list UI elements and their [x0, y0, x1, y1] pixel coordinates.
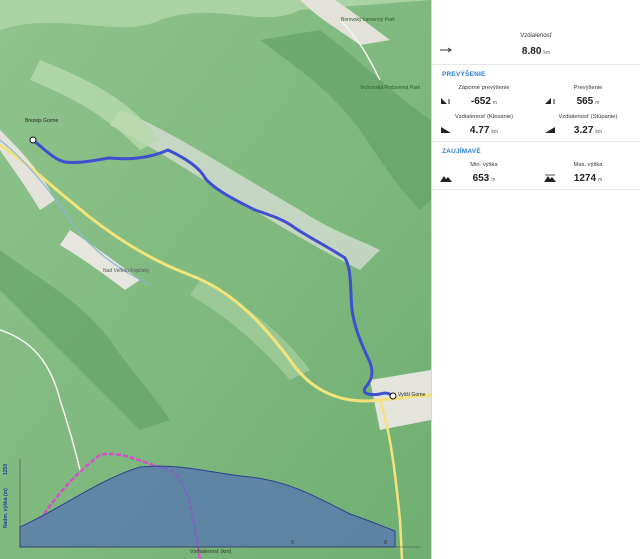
ascent-distance-value: 3.27 km — [573, 125, 603, 136]
negative-elevation-stat: Záporné prevýšenie -652 m — [432, 81, 536, 110]
min-altitude-label: Min. výška — [470, 162, 498, 168]
descent-distance-stat: Vzdialenosť (Klesanie) 4.77 km — [432, 110, 536, 139]
map-label-top: Borovský kamenný Park — [341, 17, 395, 23]
negative-elevation-label: Záporné prevýšenie — [458, 85, 510, 91]
min-altitude-value: 653 m — [472, 173, 496, 184]
map-label-mid: Vrchovská Podzemná Park — [360, 85, 421, 91]
elevation-profile-chart[interactable] — [0, 459, 431, 559]
interesting-section-title: ZAUJÍMAVÉ — [442, 148, 481, 155]
map-label-road: Nad Veľkou Kopčeky — [103, 268, 150, 274]
distance-label: Vzdialenosť — [520, 33, 552, 39]
elevation-stats: Záporné prevýšenie -652 m Prevýšenie 565 m… — [432, 81, 640, 139]
descent-distance-value: 4.77 km — [469, 125, 499, 136]
profile-y-axis-label: Nadm. výška (m) — [3, 488, 9, 528]
max-altitude-stat: Max. výška 1274 m — [536, 158, 640, 187]
map-view[interactable]: Brezejs Gorme Vyšší Gorne Borovský kamen… — [0, 0, 431, 559]
descent-distance-label: Vzdialenosť (Klesanie) — [454, 114, 514, 120]
negative-elevation-value: -652 m — [470, 96, 498, 107]
distance-value: 8.80 km — [521, 46, 551, 57]
positive-elevation-value: 565 m — [576, 96, 600, 107]
ascent-distance-stat: Vzdialenosť (Stúpanie) 3.27 km — [536, 110, 640, 139]
min-altitude-stat: Min. výška 653 m — [432, 158, 536, 187]
max-altitude-label: Max. výška — [573, 162, 603, 168]
profile-x-tick-5: 5 — [291, 540, 295, 546]
distance-summary: Vzdialenosť 8.80 km — [432, 0, 640, 65]
positive-elevation-stat: Prevýšenie 565 m — [536, 81, 640, 110]
map-label-start: Brezejs Gorme — [25, 118, 59, 124]
profile-x-tick-8: 8 — [384, 540, 388, 546]
ascent-distance-label: Vzdialenosť (Stúpanie) — [558, 114, 618, 120]
map-label-end: Vyšší Gorne — [398, 392, 426, 398]
interesting-stats: Min. výška 653 m Max. výška 1274 m — [432, 158, 640, 187]
route-end-marker — [389, 392, 397, 400]
positive-elevation-label: Prevýšenie — [573, 85, 603, 91]
stats-panel: Vzdialenosť 8.80 km PREVÝŠENIE Záporné pr… — [431, 0, 640, 559]
profile-x-axis-label: Vzdialenosť (km) — [190, 549, 232, 555]
elevation-section-title: PREVÝŠENIE — [442, 71, 486, 78]
max-altitude-value: 1274 m — [573, 173, 603, 184]
profile-y-max-tick: 1250 — [3, 463, 9, 475]
route-start-marker — [29, 136, 37, 144]
